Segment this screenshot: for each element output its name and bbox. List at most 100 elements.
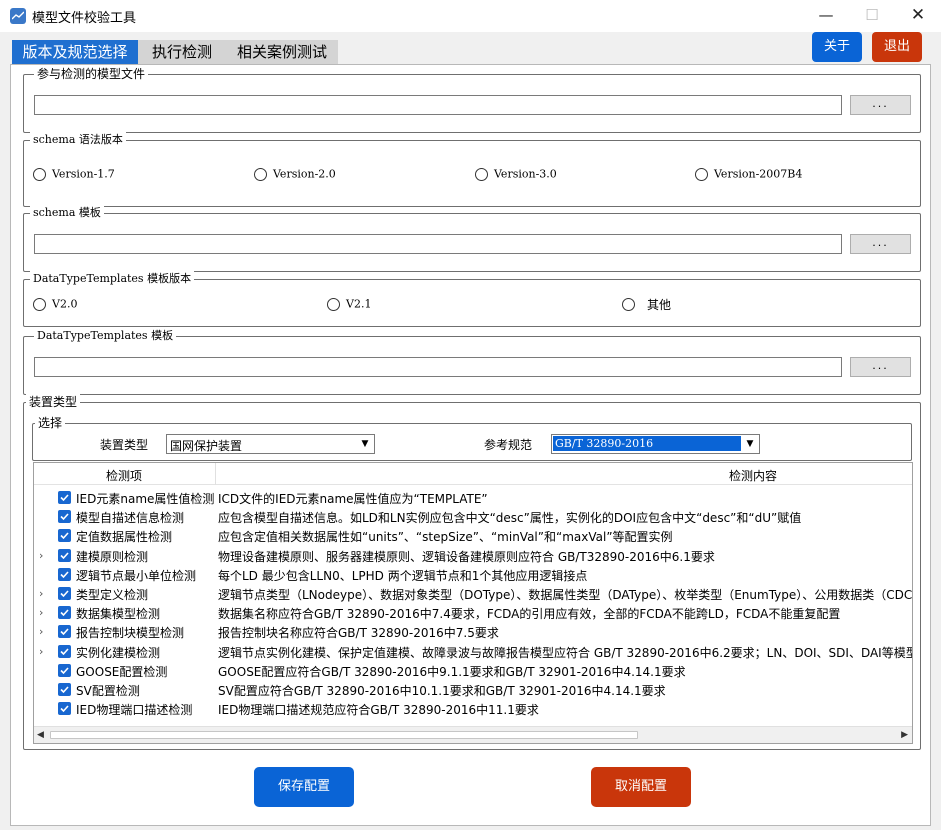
dtt-version-legend: DataTypeTemplates 模板版本: [30, 271, 195, 287]
horizontal-scrollbar[interactable]: ◀ ▶: [34, 726, 912, 743]
row-checkbox[interactable]: [58, 529, 71, 543]
model-file-browse-button[interactable]: ...: [850, 95, 911, 115]
scroll-right-icon[interactable]: ▶: [901, 730, 908, 740]
schema-template-path-input[interactable]: [34, 234, 842, 254]
chevron-down-icon[interactable]: ▼: [357, 436, 373, 452]
radio-circle[interactable]: [622, 298, 635, 311]
row-checkbox[interactable]: [58, 644, 71, 658]
column-header-content[interactable]: 检测内容: [729, 467, 777, 484]
tree-row[interactable]: IED物理端口描述检测 IED物理端口描述规范应符合GB/T 32890-2016…: [34, 700, 912, 719]
radio-version-1-7[interactable]: Version-1.7: [33, 167, 115, 182]
chevron-right-icon[interactable]: ›: [39, 587, 43, 600]
radio-circle[interactable]: [33, 168, 46, 181]
radio-dtt-other[interactable]: 其他: [622, 297, 671, 312]
dtt-template-path-input[interactable]: [34, 357, 842, 377]
row-checkbox[interactable]: [58, 567, 71, 581]
row-checkbox[interactable]: [58, 683, 71, 696]
row-label: 定值数据属性检测: [76, 530, 173, 545]
radio-label: 其他: [647, 297, 672, 312]
row-checkbox[interactable]: [58, 625, 71, 639]
app-chart-icon: [10, 8, 26, 24]
row-checkbox[interactable]: [58, 587, 71, 600]
ref-std-select[interactable]: GB/T 32890-2016 ▼: [551, 434, 760, 454]
radio-circle[interactable]: [695, 168, 708, 181]
tree-row[interactable]: › 报告控制块模型检测 报告控制块名称应符合GB/T 32890-2016中7.5要…: [34, 623, 912, 642]
row-content: ICD文件的IED元素name属性值应为“TEMPLATE”: [218, 492, 488, 506]
tree-row[interactable]: IED元素name属性值检测 ICD文件的IED元素name属性值应为“TEMPL…: [34, 489, 912, 508]
tab-version-spec[interactable]: 版本及规范选择: [12, 40, 138, 64]
window-title: 模型文件校验工具: [32, 11, 137, 26]
exit-button[interactable]: 退出: [872, 32, 922, 62]
tree-row[interactable]: 定值数据属性检测 应包含定值相关数据属性如“units”、“stepSize”、“…: [34, 527, 912, 546]
model-file-group: 参与检测的模型文件 ...: [23, 66, 921, 133]
row-label: 类型定义检测: [76, 588, 149, 602]
device-type-select[interactable]: 国网保护装置 ▼: [166, 434, 375, 454]
chevron-down-icon[interactable]: ▼: [742, 436, 758, 452]
tree-row[interactable]: 模型自描述信息检测 应包含模型自描述信息。如LD和LN实例应包含中文“desc”属…: [34, 508, 912, 527]
model-file-path-input[interactable]: [34, 95, 842, 115]
tree-row[interactable]: SV配置检测 SV配置应符合GB/T 32890-2016中10.1.1要求和GB…: [34, 681, 912, 700]
minimize-button[interactable]: —: [803, 0, 849, 32]
radio-label: Version-1.7: [52, 167, 115, 181]
row-content: 应包含模型自描述信息。如LD和LN实例应包含中文“desc”属性，实例化的DOI…: [218, 511, 802, 526]
tree-row[interactable]: › 类型定义检测 逻辑节点类型（LNodeype）、数据对象类型（DOType）、数…: [34, 585, 912, 604]
radio-version-2007b4[interactable]: Version-2007B4: [695, 167, 802, 182]
row-label: IED物理端口描述检测: [76, 703, 193, 718]
radio-version-3-0[interactable]: Version-3.0: [475, 167, 557, 182]
device-select-legend: 选择: [35, 415, 66, 431]
chevron-right-icon[interactable]: ›: [39, 606, 43, 619]
tree-row[interactable]: GOOSE配置检测 GOOSE配置应符合GB/T 32890-2016中9.1.1…: [34, 662, 912, 681]
dtt-version-group: DataTypeTemplates 模板版本 V2.0 V2.1 其他: [23, 271, 921, 327]
tree-row[interactable]: › 建模原则检测 物理设备建模原则、服务器建模原则、逻辑设备建模原则应符合 GB/T…: [34, 547, 912, 566]
row-content: 应包含定值相关数据属性如“units”、“stepSize”、“minVal”和…: [218, 530, 673, 545]
row-checkbox[interactable]: [58, 491, 71, 504]
row-content: 逻辑节点实例化建模、保护定值建模、故障录波与故障报告模型应符合 GB/T 328…: [218, 645, 913, 660]
tree-row[interactable]: 逻辑节点最小单位检测 每个LD 最少包含LLN0、LPHD 两个逻辑节点和1个其他…: [34, 566, 912, 585]
tree-row[interactable]: › 数据集模型检测 数据集名称应符合GB/T 32890-2016中7.4要求，FC…: [34, 604, 912, 623]
dtt-template-group: DataTypeTemplates 模板 ...: [23, 328, 921, 395]
row-checkbox[interactable]: [58, 606, 71, 620]
close-button[interactable]: ✕: [895, 0, 941, 32]
radio-circle[interactable]: [475, 168, 488, 181]
maximize-button[interactable]: ☐: [849, 0, 895, 32]
chevron-right-icon[interactable]: ›: [39, 625, 43, 638]
row-label: GOOSE配置检测: [76, 664, 168, 679]
radio-dtt-v2-1[interactable]: V2.1: [327, 297, 371, 312]
row-label: SV配置检测: [76, 684, 140, 698]
row-checkbox[interactable]: [58, 510, 71, 524]
save-config-button[interactable]: 保存配置: [254, 767, 354, 807]
row-content: 每个LD 最少包含LLN0、LPHD 两个逻辑节点和1个其他应用逻辑接点: [218, 568, 588, 583]
scrollbar-thumb[interactable]: [50, 731, 638, 739]
cancel-config-button[interactable]: 取消配置: [591, 767, 691, 807]
scroll-left-icon[interactable]: ◀: [37, 730, 44, 740]
tab-run-check[interactable]: 执行检测: [138, 40, 226, 64]
dtt-template-browse-button[interactable]: ...: [850, 357, 911, 377]
tab-case-test[interactable]: 相关案例测试: [226, 40, 338, 64]
row-content: SV配置应符合GB/T 32890-2016中10.1.1要求和GB/T 329…: [218, 684, 666, 698]
settings-panel: 参与检测的模型文件 ... schema 语法版本 Version-1.7 Ve…: [10, 64, 931, 826]
about-button[interactable]: 关于: [812, 32, 862, 62]
row-content: GOOSE配置应符合GB/T 32890-2016中9.1.1要求和GB/T 3…: [218, 664, 686, 679]
radio-circle[interactable]: [254, 168, 267, 181]
row-checkbox[interactable]: [58, 548, 71, 562]
check-items-tree[interactable]: 检测项 检测内容 IED元素name属性值检测 ICD文件的IED元素name属性…: [33, 462, 913, 744]
row-content: 报告控制块名称应符合GB/T 32890-2016中7.5要求: [218, 626, 499, 641]
schema-template-legend: schema 模板: [30, 205, 104, 221]
chevron-right-icon[interactable]: ›: [39, 645, 43, 658]
column-header-item[interactable]: 检测项: [106, 467, 142, 484]
chevron-right-icon[interactable]: ›: [39, 549, 43, 562]
radio-label: Version-2007B4: [714, 167, 803, 181]
ref-std-value: GB/T 32890-2016: [553, 436, 741, 451]
row-checkbox[interactable]: [58, 663, 71, 677]
row-checkbox[interactable]: [58, 702, 71, 716]
radio-dtt-v2-0[interactable]: V2.0: [33, 297, 77, 312]
radio-circle[interactable]: [327, 298, 340, 311]
radio-label: V2.1: [346, 297, 372, 311]
device-select-group: 选择 装置类型 国网保护装置 ▼ 参考规范 GB/T 32890-2016 ▼: [32, 415, 912, 461]
radio-version-2-0[interactable]: Version-2.0: [254, 167, 336, 182]
row-label: 报告控制块模型检测: [76, 626, 185, 641]
tree-row[interactable]: › 实例化建模检测 逻辑节点实例化建模、保护定值建模、故障录波与故障报告模型应符合 …: [34, 643, 913, 662]
row-label: IED元素name属性值检测: [76, 492, 215, 506]
radio-circle[interactable]: [33, 298, 46, 311]
schema-template-browse-button[interactable]: ...: [850, 234, 911, 254]
